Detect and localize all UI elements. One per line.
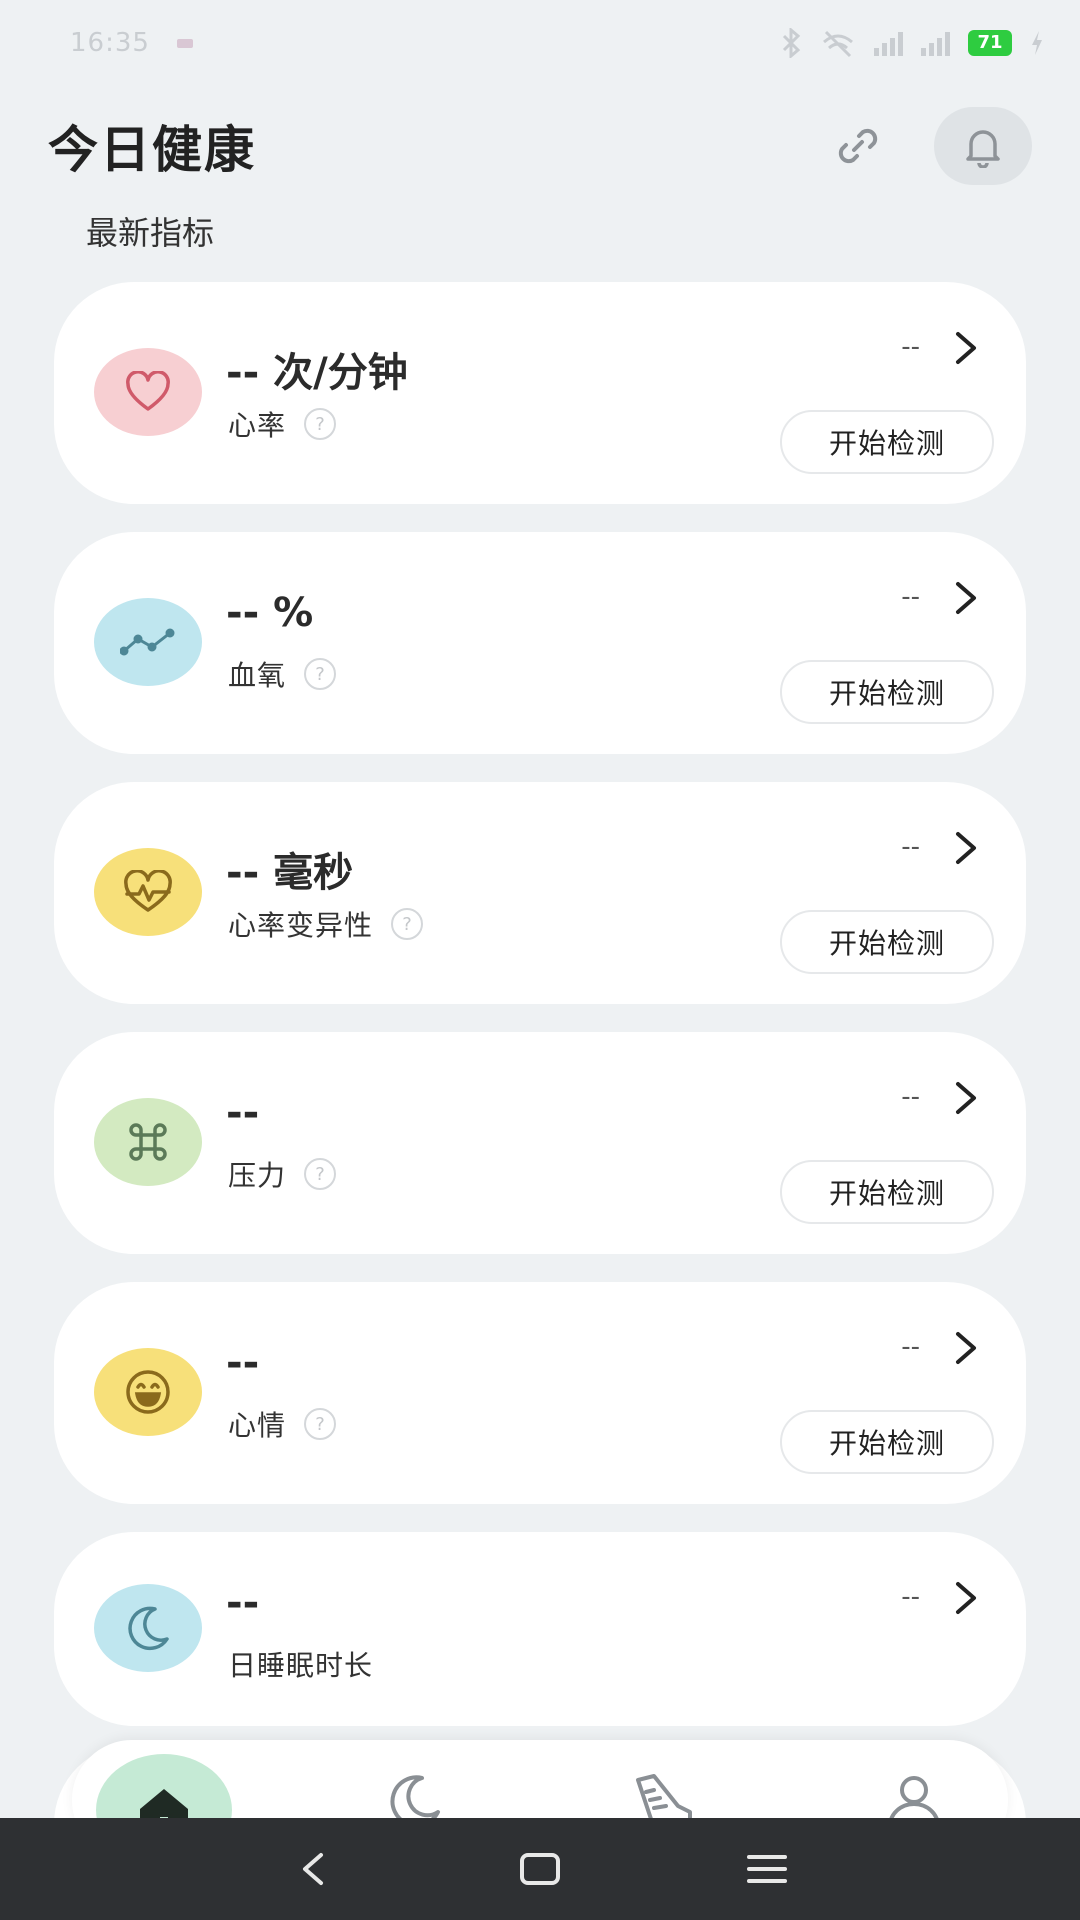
metric-value: -- 次/分钟: [226, 350, 408, 396]
metric-card-blood-oxygen[interactable]: -- % 血氧 ? -- 开始检测: [54, 532, 1026, 754]
bell-icon: [966, 130, 1000, 168]
chevron-right-icon[interactable]: [946, 576, 986, 620]
notification-icon: [176, 39, 193, 48]
signal-icon: [874, 30, 903, 56]
start-detect-button[interactable]: 开始检测: [780, 660, 994, 724]
start-detect-button[interactable]: 开始检测: [780, 410, 994, 474]
metric-value: --: [226, 1580, 260, 1626]
signal-icon-2: [921, 30, 950, 56]
heart-icon: [94, 348, 202, 436]
help-icon[interactable]: ?: [304, 1408, 337, 1440]
metric-timestamp: --: [901, 332, 920, 362]
smile-icon: [94, 1348, 202, 1436]
chevron-right-icon[interactable]: [946, 1326, 986, 1370]
link-button[interactable]: [830, 118, 886, 174]
heartbeat-icon: [94, 848, 202, 936]
metric-card-sleep[interactable]: -- 日睡眠时长 --: [54, 1532, 1026, 1726]
notification-button[interactable]: [934, 107, 1032, 185]
metric-card-heart-rate[interactable]: -- 次/分钟 心率 ? -- 开始检测: [54, 282, 1026, 504]
battery-indicator: 71: [968, 30, 1012, 56]
metric-value: --: [226, 1090, 260, 1136]
start-detect-button[interactable]: 开始检测: [780, 1410, 994, 1474]
bluetooth-icon: [782, 28, 801, 58]
metric-card-list: -- 次/分钟 心率 ? -- 开始检测 -- % 血氧 ? -- 开始检测 -…: [54, 282, 1026, 1754]
metric-card-hrv[interactable]: -- 毫秒 心率变异性 ? -- 开始检测: [54, 782, 1026, 1004]
link-icon: [838, 128, 878, 164]
charging-icon: [1032, 31, 1042, 55]
metric-label: 血氧: [228, 659, 287, 692]
metric-card-mood[interactable]: -- 心情 ? -- 开始检测: [54, 1282, 1026, 1504]
metric-card-stress[interactable]: -- 压力 ? -- 开始检测: [54, 1032, 1026, 1254]
trend-line-icon: [94, 598, 202, 686]
chevron-right-icon[interactable]: [946, 326, 986, 370]
status-bar: 16:35 71: [0, 0, 1080, 86]
mute-icon: [823, 30, 853, 58]
start-detect-button[interactable]: 开始检测: [780, 910, 994, 974]
metric-timestamp: --: [901, 832, 920, 862]
menu-icon: [746, 1855, 787, 1883]
chevron-right-icon[interactable]: [946, 826, 986, 870]
page-header: 今日健康: [48, 100, 1032, 192]
metric-label: 心率: [228, 409, 287, 442]
metric-value: --: [226, 1340, 260, 1386]
status-time: 16:35: [70, 28, 150, 58]
metric-timestamp: --: [901, 582, 920, 612]
square-icon: [519, 1853, 560, 1885]
metric-value: -- %: [226, 590, 314, 636]
system-home-button[interactable]: [500, 1829, 580, 1909]
page-title: 今日健康: [48, 121, 256, 179]
start-detect-button[interactable]: 开始检测: [780, 1160, 994, 1224]
section-title: 最新指标: [86, 214, 215, 252]
chevron-right-icon[interactable]: [946, 1076, 986, 1120]
metric-timestamp: --: [901, 1082, 920, 1112]
help-icon[interactable]: ?: [304, 408, 337, 440]
help-icon[interactable]: ?: [391, 908, 424, 940]
help-icon[interactable]: ?: [304, 1158, 337, 1190]
metric-label: 心率变异性: [228, 909, 374, 942]
metric-label: 心情: [228, 1409, 287, 1442]
metric-label: 日睡眠时长: [228, 1649, 374, 1682]
system-back-button[interactable]: [273, 1829, 353, 1909]
metric-timestamp: --: [901, 1582, 920, 1612]
back-icon: [303, 1853, 324, 1885]
metric-value: -- 毫秒: [226, 850, 354, 896]
help-icon[interactable]: ?: [304, 658, 337, 690]
system-nav-bar: [0, 1818, 1080, 1920]
metric-label: 压力: [228, 1159, 287, 1192]
command-icon: [94, 1098, 202, 1186]
chevron-right-icon[interactable]: [946, 1576, 986, 1620]
metric-timestamp: --: [901, 1332, 920, 1362]
system-menu-button[interactable]: [727, 1829, 807, 1909]
moon-icon: [94, 1584, 202, 1672]
